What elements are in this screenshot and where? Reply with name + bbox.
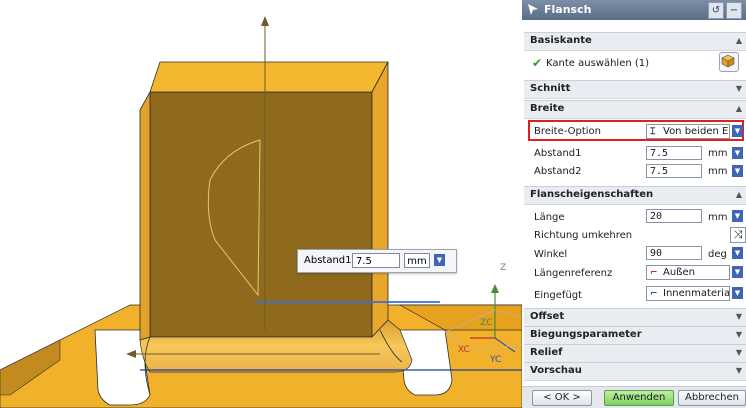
section-basiskante[interactable]: Basiskante ▲	[524, 32, 746, 51]
section-offset[interactable]: Offset ▼	[524, 308, 746, 327]
graphics-viewport[interactable]: Z ZC XC YC Abstand1 7.5 mm ▼	[0, 0, 522, 408]
abstand1-dropdown-icon[interactable]: ▼	[732, 147, 743, 159]
flange-tool-icon	[528, 4, 538, 15]
collapse-arrow-icon: ▲	[735, 104, 742, 113]
popup-unit-select[interactable]: mm	[404, 253, 430, 268]
axis-yc-label: YC	[489, 355, 501, 365]
section-breite[interactable]: Breite ▲	[524, 100, 746, 119]
section-schnitt[interactable]: Schnitt ▼	[524, 80, 746, 99]
popup-label: Abstand1	[304, 255, 352, 266]
cube-select-icon[interactable]	[719, 52, 739, 72]
width-both-ends-icon: ⌶	[650, 127, 656, 137]
dialog-title: Flansch	[544, 3, 592, 16]
abstand1-unit: mm	[708, 148, 728, 159]
check-icon: ✔	[532, 56, 543, 70]
eingefuegt-label: Eingefügt	[534, 290, 583, 301]
flange-front	[149, 91, 373, 338]
apply-button[interactable]: Anwenden	[604, 390, 674, 406]
outside-reference-icon: ⌐	[650, 268, 658, 278]
section-flanscheigenschaften[interactable]: Flanscheigenschaften ▲	[524, 186, 746, 205]
part-model[interactable]: Z ZC XC YC	[0, 0, 522, 408]
collapse-arrow-icon: ▲	[735, 36, 742, 45]
laenge-dropdown-icon[interactable]: ▼	[732, 210, 743, 222]
expand-arrow-icon: ▼	[735, 348, 742, 357]
dialog-footer: < OK > Anwenden Abbrechen	[522, 386, 746, 408]
cancel-button[interactable]: Abbrechen	[678, 390, 746, 406]
laenge-input[interactable]: 20	[646, 209, 702, 223]
axis-z-label: Z	[500, 263, 506, 273]
expand-arrow-icon: ▼	[735, 366, 742, 375]
abstand2-label: Abstand2	[534, 166, 582, 177]
breite-option-label: Breite-Option	[534, 126, 602, 137]
section-relief[interactable]: Relief ▼	[524, 344, 746, 363]
expand-arrow-icon: ▼	[735, 84, 742, 93]
popup-value-input[interactable]: 7.5	[352, 253, 400, 268]
onscreen-input-abstand1[interactable]: Abstand1 7.5 mm ▼	[297, 249, 457, 273]
kante-auswaehlen-label[interactable]: Kante auswählen (1)	[546, 58, 649, 69]
dialog-titlebar: Flansch ↺ −	[522, 0, 746, 20]
flansch-dialog: Flansch ↺ − Basiskante ▲ ✔ Kante auswähl…	[522, 0, 746, 408]
laengenreferenz-dropdown-icon[interactable]: ▼	[732, 266, 743, 278]
winkel-unit: deg	[708, 249, 727, 260]
eingefuegt-select[interactable]: ⌐ Innenmaterial	[646, 286, 730, 301]
popup-dropdown-icon[interactable]: ▼	[434, 254, 445, 266]
breite-option-select[interactable]: ⌶Von beiden Enden	[646, 124, 730, 139]
abstand2-input[interactable]: 7.5	[646, 164, 702, 178]
section-biegungsparameter[interactable]: Biegungsparameter ▼	[524, 326, 746, 345]
axis-xc-label: XC	[458, 345, 470, 355]
minus-icon[interactable]: −	[726, 2, 742, 19]
winkel-input[interactable]: 90	[646, 246, 702, 260]
expand-arrow-icon: ▼	[735, 330, 742, 339]
winkel-dropdown-icon[interactable]: ▼	[732, 247, 743, 259]
laengenreferenz-select[interactable]: ⌐ Außen	[646, 265, 730, 280]
eingefuegt-dropdown-icon[interactable]: ▼	[732, 287, 743, 299]
inset-material-icon: ⌐	[650, 289, 658, 299]
laenge-label: Länge	[534, 212, 565, 223]
winkel-label: Winkel	[534, 249, 568, 260]
abstand1-input[interactable]: 7.5	[646, 146, 702, 160]
reverse-direction-icon[interactable]: ⤨	[730, 227, 746, 243]
laengenreferenz-label: Längenreferenz	[534, 268, 613, 279]
collapse-arrow-icon: ▲	[735, 190, 742, 199]
abstand2-unit: mm	[708, 166, 728, 177]
abstand2-dropdown-icon[interactable]: ▼	[732, 165, 743, 177]
axis-zc-label: ZC	[480, 318, 492, 328]
flange-top	[149, 61, 389, 93]
section-vorschau[interactable]: Vorschau ▼	[524, 362, 746, 381]
flange-side	[371, 61, 389, 339]
flange-left-side	[139, 90, 151, 341]
richtung-umkehren-label: Richtung umkehren	[534, 230, 633, 241]
abstand1-label: Abstand1	[534, 148, 582, 159]
laenge-unit: mm	[708, 212, 728, 223]
breite-option-dropdown-icon[interactable]: ▼	[732, 125, 743, 137]
expand-arrow-icon: ▼	[735, 312, 742, 321]
ok-button[interactable]: < OK >	[532, 390, 592, 406]
reset-icon[interactable]: ↺	[708, 2, 724, 19]
